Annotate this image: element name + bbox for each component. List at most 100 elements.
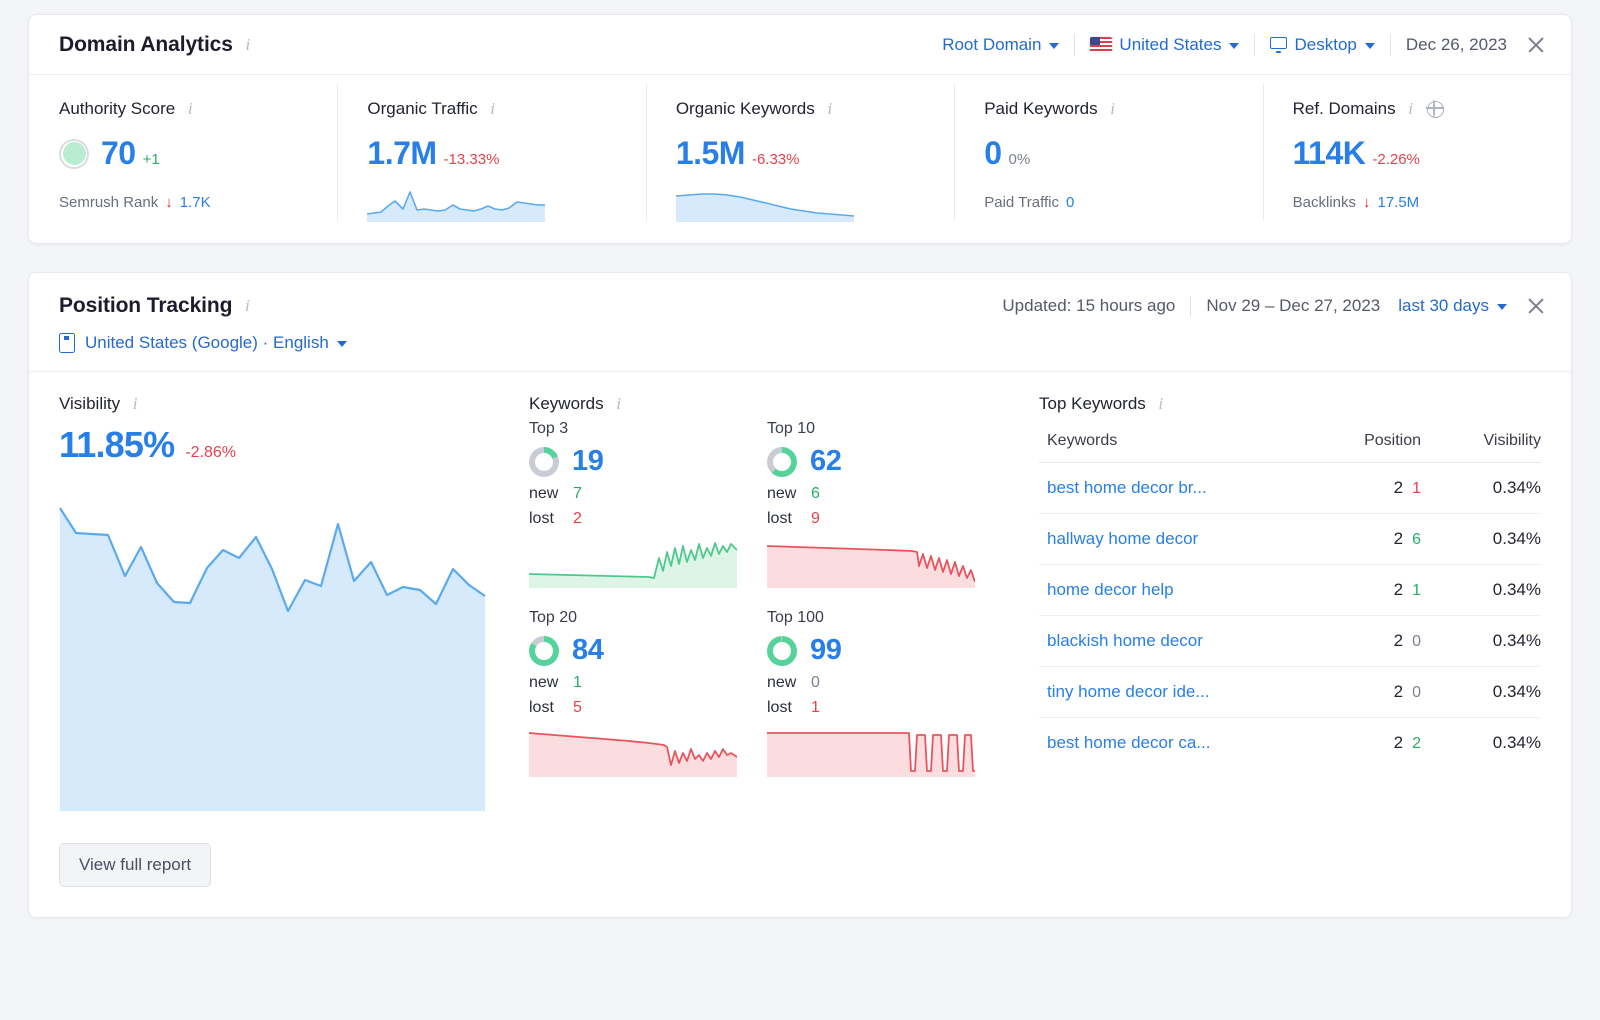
new-label: new xyxy=(767,674,811,692)
page-title: Domain Analytics xyxy=(59,33,233,57)
period-dropdown[interactable]: last 30 days xyxy=(1398,296,1507,316)
metric-delta: -6.33% xyxy=(752,151,800,168)
bucket-name: Top 100 xyxy=(767,609,1005,627)
info-icon[interactable]: i xyxy=(241,35,255,55)
info-icon[interactable]: i xyxy=(486,99,500,119)
table-header: Keywords Position Visibility xyxy=(1039,424,1541,463)
visibility-label-row: Visibility i xyxy=(59,394,529,414)
table-row: best home decor br... 21 0.34% xyxy=(1039,463,1541,514)
metric-value: 1.5M xyxy=(676,135,745,172)
section-title: Position Tracking xyxy=(59,294,232,318)
metric-delta: -2.26% xyxy=(1372,151,1420,168)
info-icon[interactable]: i xyxy=(1404,99,1418,119)
new-value: 6 xyxy=(811,485,820,503)
globe-icon[interactable] xyxy=(1427,101,1444,118)
donut-chart-icon xyxy=(767,636,797,666)
keyword-bucket-top-3: Top 3 19 new 7 lost 2 xyxy=(529,420,767,593)
keywords-grid: Top 3 19 new 7 lost 2 xyxy=(529,420,1029,798)
keyword-link[interactable]: tiny home decor ide... xyxy=(1047,682,1210,701)
keyword-link[interactable]: hallway home decor xyxy=(1047,529,1198,548)
metric-paid-keywords: Paid Keywords i 0 0% Paid Traffic 0 xyxy=(954,75,1262,243)
scope-dropdown[interactable]: Root Domain xyxy=(942,35,1059,55)
position-cell: 20 xyxy=(1301,616,1421,667)
chevron-down-icon xyxy=(1049,43,1059,49)
keyword-link[interactable]: blackish home decor xyxy=(1047,631,1203,650)
column-header-keywords[interactable]: Keywords xyxy=(1039,424,1301,463)
metric-value-row: 0 0% xyxy=(984,135,1262,172)
info-icon[interactable]: i xyxy=(823,99,837,119)
position-tracking-footer: View full report xyxy=(29,817,1571,917)
keyword-cell: tiny home decor ide... xyxy=(1039,667,1301,718)
semrush-rank-value[interactable]: 1.7K xyxy=(180,194,211,211)
bucket-value: 62 xyxy=(810,445,841,478)
backlinks-value[interactable]: 17.5M xyxy=(1377,194,1419,211)
metric-label: Authority Score i xyxy=(59,99,337,119)
metric-delta: 0% xyxy=(1009,151,1031,168)
scope-label: Root Domain xyxy=(942,35,1041,55)
date-range: Nov 29 – Dec 27, 2023 xyxy=(1206,296,1380,316)
position-cell: 21 xyxy=(1301,463,1421,514)
country-dropdown[interactable]: United States xyxy=(1090,35,1239,55)
chevron-down-icon xyxy=(1229,43,1239,49)
database-dropdown[interactable]: United States (Google) · English xyxy=(85,333,347,353)
bucket-trend-sparkline xyxy=(529,727,767,782)
paid-traffic-value[interactable]: 0 xyxy=(1066,194,1074,211)
info-icon[interactable]: i xyxy=(1106,99,1120,119)
visibility-value-row: 11.85% -2.86% xyxy=(59,424,529,466)
lost-value: 9 xyxy=(811,510,820,528)
lost-label: lost xyxy=(529,510,573,528)
position-tracking-title-row: Position Tracking i Updated: 15 hours ag… xyxy=(59,293,1549,319)
metric-value-row: 1.7M -13.33% xyxy=(367,135,645,172)
device-dropdown[interactable]: Desktop xyxy=(1270,35,1374,55)
lost-value: 1 xyxy=(811,699,820,717)
keyword-link[interactable]: best home decor ca... xyxy=(1047,733,1210,752)
bucket-lost-row: lost 5 xyxy=(529,699,767,717)
metric-delta: -13.33% xyxy=(444,151,500,168)
organic-keywords-sparkline xyxy=(676,188,854,227)
analytics-date: Dec 26, 2023 xyxy=(1406,35,1507,55)
metric-authority-score: Authority Score i 70 +1 Semrush Rank ↓ 1… xyxy=(29,75,337,243)
position-delta: 0 xyxy=(1412,684,1421,701)
metric-label: Ref. Domains i xyxy=(1293,99,1571,119)
keyword-bucket-top-20: Top 20 84 new 1 lost 5 xyxy=(529,609,767,782)
metric-organic-traffic: Organic Traffic i 1.7M -13.33% xyxy=(337,75,645,243)
view-full-report-button[interactable]: View full report xyxy=(59,843,211,887)
new-label: new xyxy=(767,485,811,503)
database-selector[interactable]: United States (Google) · English xyxy=(59,333,1549,353)
bucket-trend-sparkline xyxy=(767,727,1005,782)
metric-value: 70 xyxy=(101,135,136,172)
metric-value: 1.7M xyxy=(367,135,436,172)
position-delta: 0 xyxy=(1412,633,1421,650)
bucket-new-row: new 1 xyxy=(529,674,767,692)
visibility-cell: 0.34% xyxy=(1421,463,1541,514)
keyword-link[interactable]: best home decor br... xyxy=(1047,478,1207,497)
metric-subline: Semrush Rank ↓ 1.7K xyxy=(59,194,337,211)
us-flag-icon xyxy=(1090,37,1112,52)
keyword-link[interactable]: home decor help xyxy=(1047,580,1174,599)
country-label: United States xyxy=(1119,35,1221,55)
column-header-position[interactable]: Position xyxy=(1301,424,1421,463)
column-header-visibility[interactable]: Visibility xyxy=(1421,424,1541,463)
position-delta: 1 xyxy=(1412,480,1421,497)
bucket-new-row: new 7 xyxy=(529,485,767,503)
info-icon[interactable]: i xyxy=(1154,394,1168,414)
close-icon[interactable] xyxy=(1523,293,1549,319)
metric-value-row: 70 +1 xyxy=(59,135,337,172)
divider xyxy=(1074,34,1075,56)
bucket-value: 99 xyxy=(810,634,841,667)
info-icon[interactable]: i xyxy=(612,394,626,414)
device-label: Desktop xyxy=(1294,35,1356,55)
info-icon[interactable]: i xyxy=(183,99,197,119)
new-value: 7 xyxy=(573,485,582,503)
bucket-trend-sparkline xyxy=(767,538,1005,593)
position-cell: 21 xyxy=(1301,565,1421,616)
keyword-bucket-top-100: Top 100 99 new 0 lost 1 xyxy=(767,609,1005,782)
keyword-cell: home decor help xyxy=(1039,565,1301,616)
table-row: blackish home decor 20 0.34% xyxy=(1039,616,1541,667)
metric-label: Organic Keywords i xyxy=(676,99,954,119)
divider xyxy=(1190,296,1191,316)
position-tracking-card: Position Tracking i Updated: 15 hours ag… xyxy=(28,272,1572,918)
info-icon[interactable]: i xyxy=(240,296,254,316)
close-icon[interactable] xyxy=(1523,32,1549,58)
info-icon[interactable]: i xyxy=(128,394,142,414)
